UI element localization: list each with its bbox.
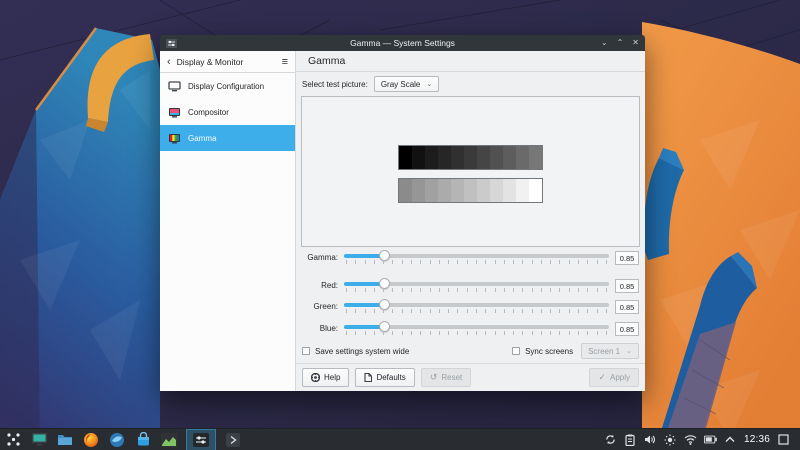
screen-select[interactable]: Screen 1 ⌄ [581,343,639,359]
maximize-button[interactable]: ⌃ [617,35,624,51]
test-picture-label: Select test picture: [302,80,368,89]
button-row: Help Defaults ↺ Reset [296,364,645,391]
clipboard-tray-icon[interactable] [624,433,637,446]
app-launcher-button[interactable] [4,431,22,449]
chevron-down-icon: ⌄ [426,80,432,88]
blue-slider[interactable] [344,322,609,338]
brightness-tray-icon[interactable] [664,433,677,446]
app-store-bag-icon [136,432,151,447]
sidebar-item-label: Compositor [188,108,229,117]
blue-value-box[interactable]: 0.85 [615,322,639,336]
window-title: Gamma — System Settings [160,38,645,48]
sync-screens-checkbox[interactable] [512,347,520,355]
wifi-tray-icon[interactable] [684,433,697,446]
volume-tray-icon[interactable] [644,433,657,446]
reset-icon: ↺ [430,373,438,382]
help-button[interactable]: Help [302,368,349,387]
red-slider-row: Red: 0.85 [302,279,639,295]
green-value-box[interactable]: 0.85 [615,300,639,314]
globe-app-icon [109,432,125,448]
page-title: Gamma [308,55,345,67]
slider-section: Gamma: 0.85 Red: 0.85 Gree [296,247,645,338]
compositor-icon [168,107,181,118]
chevron-down-icon: ⌄ [626,347,632,355]
defaults-icon [364,373,372,382]
clock[interactable]: 12:36 [744,434,770,445]
reset-button[interactable]: ↺ Reset [421,368,471,387]
system-monitor-launcher[interactable] [160,431,178,449]
system-settings-app-icon [166,39,177,48]
display-configuration-icon [168,81,181,92]
green-slider[interactable] [344,300,609,316]
options-row: Save settings system wide Sync screens S… [296,344,645,358]
taskbar: 12:36 [0,428,800,450]
save-settings-label: Save settings system wide [315,347,409,356]
sidebar-item-label: Gamma [188,134,216,143]
gamma-value-box[interactable]: 0.85 [615,251,639,265]
grayscale-bar-light [398,178,543,203]
green-slider-row: Green: 0.85 [302,300,639,316]
red-slider-label: Red: [302,279,338,290]
desktop: Gamma — System Settings ⌄ ⌃ ✕ ‹ Display … [0,0,800,450]
close-button[interactable]: ✕ [632,35,639,51]
apply-button[interactable]: ✓ Apply [589,368,639,387]
kde-launcher-icon [6,432,21,447]
save-settings-checkbox[interactable] [302,347,310,355]
test-picture-select[interactable]: Gray Scale ⌄ [374,76,439,92]
sidebar-item-display-configuration[interactable]: Display Configuration [160,73,295,99]
gamma-slider-row: Gamma: 0.85 [302,251,639,267]
gamma-icon [168,133,181,144]
defaults-button[interactable]: Defaults [355,368,414,387]
panel-expand-button[interactable] [224,431,242,449]
firefox-icon [83,432,99,448]
show-desktop-button[interactable] [777,433,790,446]
browser-globe-launcher[interactable] [108,431,126,449]
discover-launcher[interactable] [134,431,152,449]
sidebar-item-compositor[interactable]: Compositor [160,99,295,125]
sync-screens-label: Sync screens [525,347,573,356]
system-settings-window: Gamma — System Settings ⌄ ⌃ ✕ ‹ Display … [160,35,645,391]
gamma-slider-label: Gamma: [302,251,338,262]
updates-tray-icon[interactable] [604,433,617,446]
gamma-slider[interactable] [344,251,609,267]
test-picture-value: Gray Scale [381,80,421,89]
hamburger-menu-icon[interactable]: ≡ [282,56,288,68]
firefox-launcher[interactable] [82,431,100,449]
folder-icon [57,433,73,446]
sidebar-title: Display & Monitor [177,57,282,67]
grayscale-bar-dark [398,145,543,170]
sidebar: ‹ Display & Monitor ≡ Display Configurat… [160,51,296,391]
back-icon[interactable]: ‹ [167,56,171,68]
display-settings-launcher[interactable] [30,431,48,449]
chevron-right-icon [226,433,240,447]
system-settings-task-icon [193,433,209,447]
minimize-button[interactable]: ⌄ [601,35,608,51]
green-slider-label: Green: [302,300,338,311]
monitor-app-icon [31,432,48,447]
sidebar-item-label: Display Configuration [188,82,264,91]
active-task-system-settings[interactable] [186,429,216,450]
red-slider[interactable] [344,279,609,295]
sidebar-header: ‹ Display & Monitor ≡ [160,51,295,73]
system-monitor-icon [161,433,177,447]
help-icon [311,373,320,382]
screen-select-value: Screen 1 [588,347,620,356]
apply-icon: ✓ [598,373,606,382]
test-picture-row: Select test picture: Gray Scale ⌄ [296,72,645,95]
titlebar[interactable]: Gamma — System Settings ⌄ ⌃ ✕ [160,35,645,51]
battery-tray-icon[interactable] [704,433,717,446]
test-picture-area [301,96,640,247]
content-header: Gamma [296,51,645,72]
content-pane: Gamma Select test picture: Gray Scale ⌄ [296,51,645,391]
file-manager-launcher[interactable] [56,431,74,449]
blue-slider-label: Blue: [302,322,338,333]
tray-expand-button[interactable] [724,433,737,446]
blue-slider-row: Blue: 0.85 [302,322,639,338]
red-value-box[interactable]: 0.85 [615,279,639,293]
sidebar-item-gamma[interactable]: Gamma [160,125,295,151]
